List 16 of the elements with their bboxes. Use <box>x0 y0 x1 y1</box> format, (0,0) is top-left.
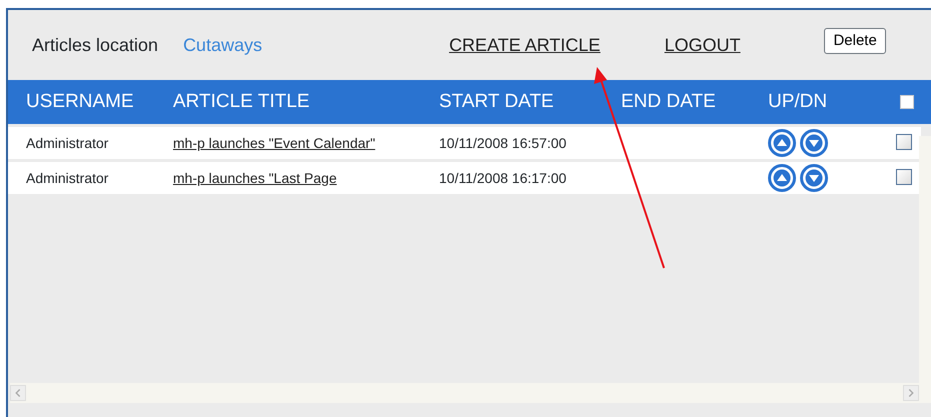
column-header[interactable]: USERNAME <box>26 90 134 112</box>
column-header[interactable]: UP/DN <box>768 90 828 112</box>
article-title-link[interactable]: mh-p launches "Last Page <box>173 170 337 186</box>
username-cell: Administrator <box>26 170 108 186</box>
location-value[interactable]: Cutaways <box>183 32 450 58</box>
column-header[interactable]: ARTICLE TITLE <box>173 90 310 112</box>
article-title-link[interactable]: mh-p launches "Event Calendar" <box>173 134 376 150</box>
start-date-cell: 10/11/2008 16:17:00 <box>439 170 566 186</box>
start-date-cell: 10/11/2008 16:57:00 <box>439 134 566 150</box>
column-header[interactable]: END DATE <box>621 90 716 112</box>
column-header[interactable]: START DATE <box>439 90 554 112</box>
create-article-link[interactable]: CREATE ARTICLE <box>449 32 600 58</box>
username-cell: Administrator <box>26 134 108 150</box>
delete-button[interactable]: Delete <box>824 28 886 54</box>
logout-link[interactable]: LOGOUT <box>664 32 740 58</box>
location-label: Articles location <box>32 34 158 56</box>
